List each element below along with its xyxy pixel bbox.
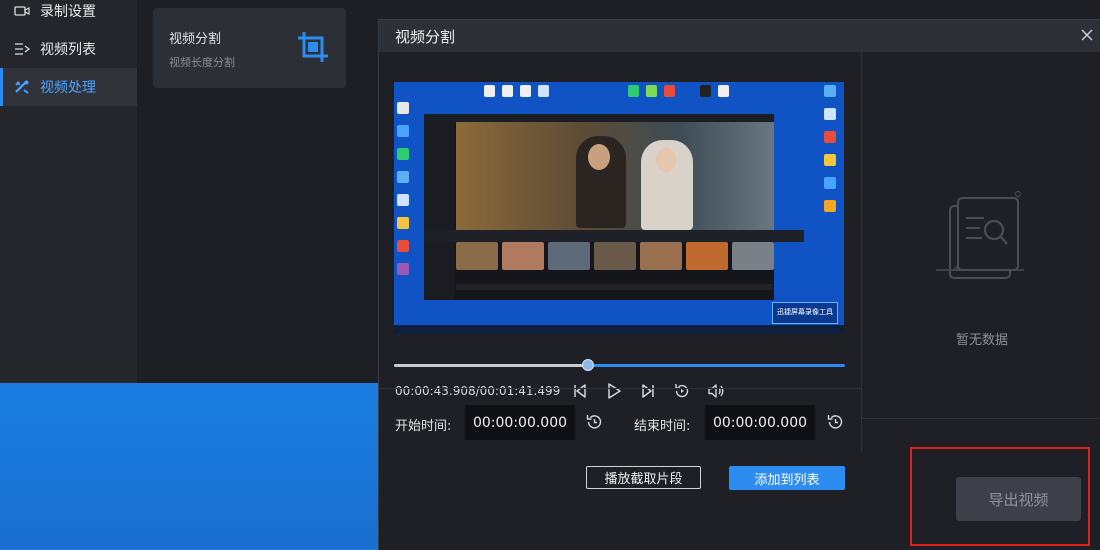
video-split-card[interactable]: 视频分割 视频长度分割 (153, 8, 346, 88)
sidebar: 录制设置 视频列表 视频处理 (0, 0, 137, 383)
divider (379, 388, 861, 389)
preview-player-window (424, 114, 774, 300)
end-time-label: 结束时间: (634, 419, 691, 434)
preview-right-icons (824, 85, 838, 223)
progress-slider-handle[interactable] (581, 359, 594, 371)
start-time-label: 开始时间: (395, 419, 452, 434)
play-icon[interactable] (604, 381, 624, 401)
tools-icon (14, 80, 30, 94)
sidebar-item-label: 视频处理 (40, 80, 96, 96)
sidebar-item-label: 录制设置 (40, 4, 96, 20)
divider (861, 418, 1100, 419)
sidebar-item-label: 视频列表 (40, 42, 96, 58)
add-to-list-button[interactable]: 添加到列表 (729, 466, 845, 490)
card-subtitle: 视频长度分割 (169, 56, 235, 69)
empty-state-text: 暂无数据 (955, 333, 1008, 348)
camera-icon (14, 4, 30, 18)
background-window-strip (770, 0, 1100, 20)
video-preview[interactable]: 迅捷屏幕录像工具 (394, 82, 844, 334)
history-icon[interactable] (825, 412, 845, 432)
playback-progress-slider[interactable] (394, 359, 845, 373)
sidebar-item-record-settings[interactable]: 录制设置 (0, 0, 137, 22)
volume-icon[interactable] (706, 381, 726, 401)
empty-document-icon (886, 168, 1024, 288)
preview-watermark: 迅捷屏幕录像工具 (772, 302, 838, 324)
playback-time: 00:00:43.908/00:01:41.499 (395, 384, 561, 398)
prev-frame-icon[interactable] (570, 381, 590, 401)
close-icon[interactable] (1077, 25, 1097, 45)
end-time-input[interactable] (705, 405, 815, 440)
next-frame-icon[interactable] (638, 381, 658, 401)
preview-top-icons (484, 85, 729, 97)
dialog-header: 视频分割 (379, 20, 1100, 52)
dialog-title: 视频分割 (395, 28, 456, 46)
clip-list-pane: 暂无数据 (861, 52, 1100, 452)
preview-desktop-icons (397, 102, 411, 286)
video-split-dialog: 视频分割 迅捷屏幕录像工具 00:00:43.908/00:01:41.499 … (378, 19, 1100, 550)
sidebar-item-video-list[interactable]: 视频列表 (0, 30, 137, 68)
card-title: 视频分割 (169, 32, 222, 47)
export-video-button[interactable]: 导出视频 (956, 477, 1081, 521)
replay-icon[interactable] (672, 381, 692, 401)
play-clip-button[interactable]: 播放截取片段 (586, 466, 701, 489)
start-time-input[interactable] (465, 405, 575, 440)
sidebar-item-video-processing[interactable]: 视频处理 (0, 68, 137, 106)
history-icon[interactable] (584, 412, 604, 432)
list-icon (14, 42, 30, 56)
crop-icon (296, 30, 330, 64)
